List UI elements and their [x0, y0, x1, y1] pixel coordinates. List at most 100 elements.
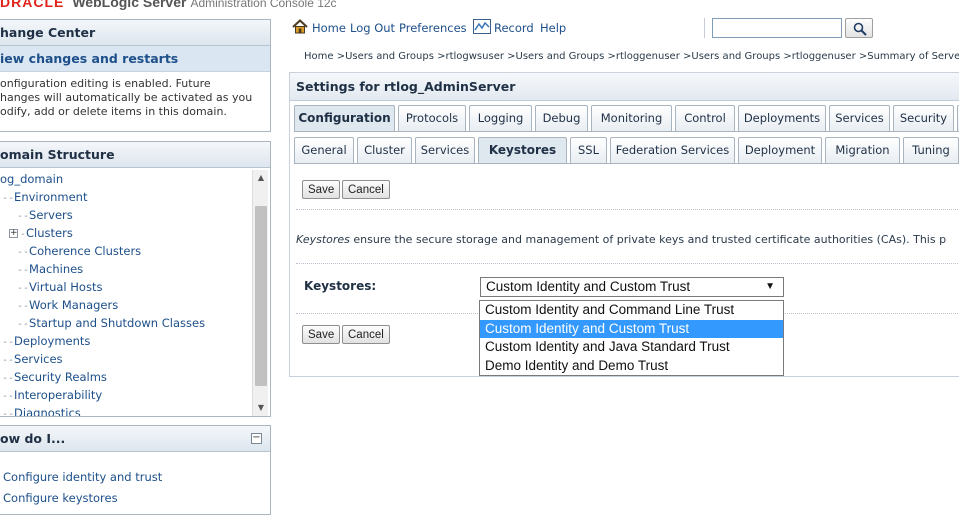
search-input[interactable] — [712, 18, 842, 38]
tab-control[interactable]: Control — [675, 105, 735, 131]
tree-node-label: Virtual Hosts — [29, 280, 103, 294]
description-text: ensure the secure storage and management… — [349, 233, 947, 246]
tree-connector: -- — [17, 211, 30, 222]
tab-deployments[interactable]: Deployments — [738, 105, 826, 131]
save-button[interactable]: Save — [302, 180, 341, 199]
brand-header: DRACLE WebLogic Server Administration Cons… — [0, 0, 337, 10]
tab-monitoring[interactable]: Monitoring — [591, 105, 672, 131]
change-center-title: hange Center — [0, 20, 270, 46]
cancel-button-bottom[interactable]: Cancel — [342, 325, 390, 344]
subtab-federation-services[interactable]: Federation Services — [610, 137, 735, 163]
keystores-options-list: Custom Identity and Command Line Trust C… — [479, 300, 784, 376]
tab-debug[interactable]: Debug — [535, 105, 588, 131]
main-tabs: Configuration Protocols Logging Debug Mo… — [294, 105, 959, 132]
tree-connector: -- — [2, 193, 15, 204]
subtab-tuning[interactable]: Tuning — [903, 137, 959, 163]
logout-link[interactable]: Log Out — [350, 21, 395, 35]
subtab-cluster[interactable]: Cluster — [357, 137, 412, 163]
keystores-select[interactable]: Custom Identity and Custom Trust ▼ — [480, 277, 784, 297]
tree-node-startup-shutdown[interactable]: --Startup and Shutdown Classes — [17, 314, 205, 334]
tree-scrollbar[interactable]: ▲ ▼ — [252, 170, 268, 416]
keystore-option-selected[interactable]: Custom Identity and Custom Trust — [480, 319, 783, 338]
keystore-option[interactable]: Demo Identity and Demo Trust — [480, 357, 783, 376]
tree-connector: -- — [17, 247, 30, 258]
tree-node-label: Coherence Clusters — [29, 244, 142, 258]
record-icon[interactable] — [473, 19, 491, 34]
tree-node-clusters[interactable]: + -Clusters — [9, 224, 73, 244]
product-subtitle: Administration Console 12c — [190, 0, 337, 10]
tab-services[interactable]: Services — [829, 105, 890, 131]
subtab-general[interactable]: General — [294, 137, 354, 163]
tree-node-label: Clusters — [26, 226, 73, 240]
how-link-configure-identity[interactable]: Configure identity and trust — [3, 470, 162, 484]
tab-protocols[interactable]: Protocols — [398, 105, 466, 131]
tree-node-virtual-hosts[interactable]: --Virtual Hosts — [17, 278, 102, 298]
keystores-label: Keystores: — [304, 279, 377, 293]
tree-node-label: og_domain — [0, 172, 64, 186]
subtab-keystores[interactable]: Keystores — [478, 137, 567, 163]
change-center-panel: hange Center iew changes and restarts on… — [0, 19, 271, 132]
subtab-deployment[interactable]: Deployment — [738, 137, 822, 163]
subtab-migration[interactable]: Migration — [825, 137, 900, 163]
preferences-link[interactable]: Preferences — [399, 21, 467, 35]
home-icon[interactable] — [292, 19, 308, 34]
search-icon — [853, 22, 867, 36]
tree-node-label: Servers — [29, 208, 73, 222]
tree-node-label: Machines — [29, 262, 84, 276]
tree-node-label: Diagnostics — [14, 406, 81, 416]
tree-node-coherence-clusters[interactable]: --Coherence Clusters — [17, 242, 141, 262]
tree-node-machines[interactable]: --Machines — [17, 260, 83, 280]
chevron-down-icon[interactable]: ▼ — [765, 278, 775, 296]
keystores-selected-value: Custom Identity and Custom Trust — [486, 279, 691, 294]
oracle-logo: DRACLE — [0, 0, 65, 10]
tree-node-domain[interactable]: og_domain — [0, 170, 63, 188]
record-link[interactable]: Record — [494, 21, 534, 35]
tree-node-diagnostics[interactable]: --Diagnostics — [2, 404, 81, 416]
tree-node-servers[interactable]: --Servers — [17, 206, 73, 226]
tab-rule — [294, 131, 959, 132]
tree-node-services[interactable]: --Services — [2, 350, 63, 370]
tree-connector: -- — [2, 391, 15, 402]
breadcrumb[interactable]: Home >Users and Groups >rtlogwsuser >Use… — [304, 51, 959, 62]
tree-node-interoperability[interactable]: --Interoperability — [2, 386, 102, 406]
tab-logging[interactable]: Logging — [469, 105, 532, 131]
how-link-configure-keystores[interactable]: Configure keystores — [3, 491, 118, 505]
tree-node-work-managers[interactable]: --Work Managers — [17, 296, 118, 316]
search-button[interactable] — [845, 18, 873, 38]
divider — [296, 263, 959, 264]
help-link[interactable]: Help — [540, 21, 566, 35]
view-changes-link[interactable]: iew changes and restarts — [0, 46, 270, 72]
tree-connector: -- — [17, 265, 30, 276]
keystore-option[interactable]: Custom Identity and Java Standard Trust — [480, 338, 783, 357]
how-do-i-title: ow do I... — [0, 426, 270, 452]
tab-configuration[interactable]: Configuration — [294, 105, 395, 131]
tree-node-label: Environment — [14, 190, 88, 204]
divider — [296, 209, 959, 210]
save-button-bottom[interactable]: Save — [302, 325, 341, 344]
tab-security[interactable]: Security — [893, 105, 954, 131]
tree-node-label: Deployments — [14, 334, 91, 348]
tree-node-deployments[interactable]: --Deployments — [2, 332, 90, 352]
tree-node-security-realms[interactable]: --Security Realms — [2, 368, 107, 388]
tree-node-environment[interactable]: --Environment — [2, 188, 87, 208]
scrollbar-thumb[interactable] — [255, 206, 267, 386]
domain-tree: og_domain --Environment --Servers + -Clus… — [0, 170, 253, 416]
scroll-up-icon[interactable]: ▲ — [253, 170, 269, 186]
tree-connector: -- — [2, 337, 15, 348]
subtab-ssl[interactable]: SSL — [570, 137, 607, 163]
description-keyword: Keystores — [296, 233, 350, 246]
scroll-down-icon[interactable]: ▼ — [253, 400, 269, 416]
tree-node-label: Work Managers — [29, 298, 119, 312]
collapse-icon[interactable]: − — [251, 433, 262, 444]
expand-icon[interactable]: + — [9, 229, 18, 238]
settings-title: Settings for rtlog_AdminServer — [290, 73, 959, 101]
tree-connector: -- — [2, 373, 15, 384]
subtab-services[interactable]: Services — [415, 137, 475, 163]
cancel-button[interactable]: Cancel — [342, 180, 390, 199]
keystore-option[interactable]: Custom Identity and Command Line Trust — [480, 301, 783, 320]
toolbar-separator — [704, 18, 705, 38]
home-link[interactable]: Home — [312, 21, 346, 35]
subtab-rule — [294, 163, 959, 164]
change-center-text: onfiguration editing is enabled. Future … — [0, 77, 253, 118]
product-name: WebLogic Server — [72, 0, 187, 10]
